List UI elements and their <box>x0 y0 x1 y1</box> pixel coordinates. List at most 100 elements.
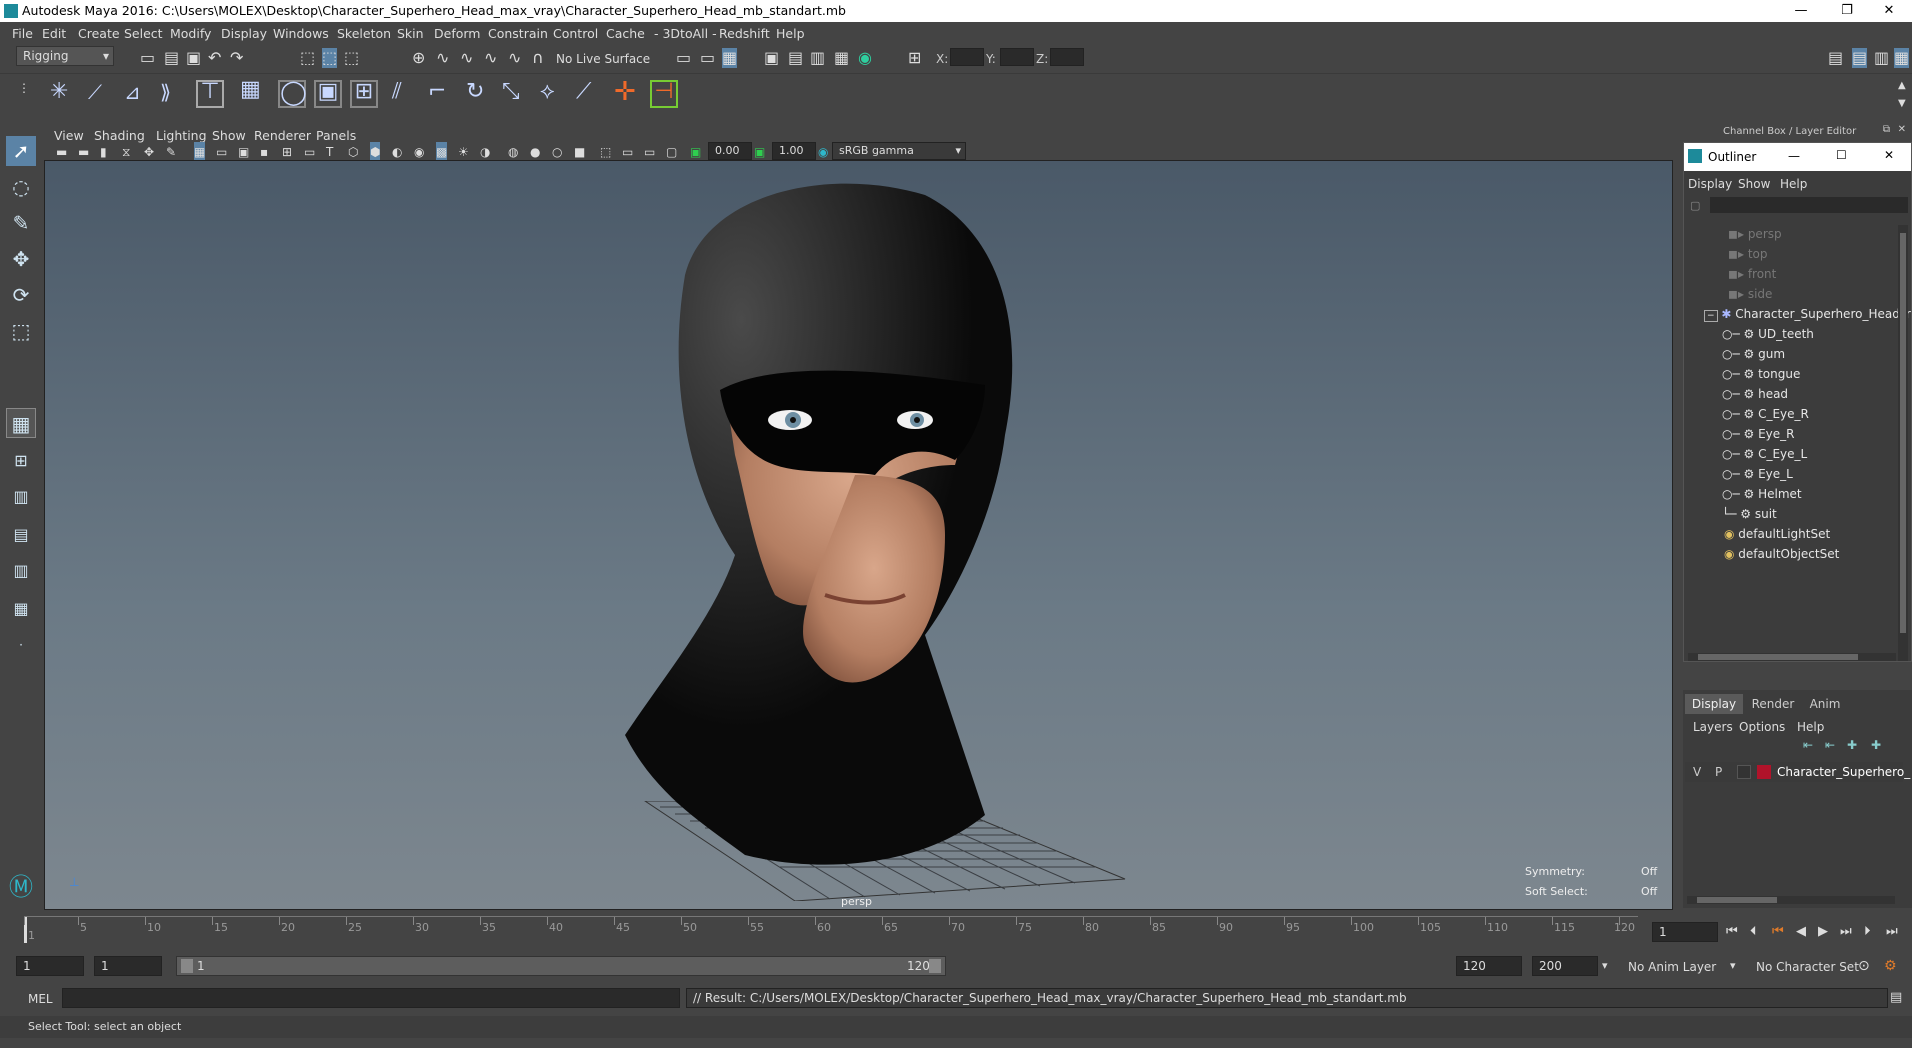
outliner-item-eye-r[interactable]: ○─ ⚙ Eye_R <box>1722 427 1795 441</box>
gate-mask-icon[interactable]: ▪ <box>260 142 268 162</box>
bookmark-icon[interactable]: ▮ <box>100 142 107 162</box>
vp-menu-shading[interactable]: Shading <box>94 128 145 143</box>
outliner-close-button[interactable]: ✕ <box>1884 148 1894 162</box>
outliner-horizontal-scrollbar[interactable] <box>1688 653 1896 661</box>
playback-start-field[interactable]: 1 <box>94 956 162 976</box>
lasso-tool-icon[interactable]: ◌ <box>6 172 36 202</box>
layers-horizontal-scrollbar[interactable] <box>1687 896 1895 904</box>
wireframe-icon[interactable]: ⬡ <box>348 142 358 162</box>
outliner-item-top[interactable]: ◼▸ top <box>1728 247 1767 261</box>
default-material-icon[interactable]: ◉ <box>414 142 424 162</box>
animation-end-field[interactable]: 200 <box>1532 956 1598 976</box>
collapse-icon[interactable]: − <box>1704 310 1718 322</box>
move-layer-down-icon[interactable]: ⇤ <box>1825 738 1835 752</box>
range-start-handle[interactable] <box>181 959 193 973</box>
z-field[interactable] <box>1050 48 1084 66</box>
menu-help[interactable]: Help <box>776 26 805 41</box>
live-surface-label[interactable]: No Live Surface <box>556 52 650 66</box>
x-field[interactable] <box>950 48 984 66</box>
shadows-icon[interactable]: ◑ <box>480 142 490 162</box>
step-back-key-icon[interactable]: ⏮ <box>1772 922 1784 942</box>
tool-settings-toggle-icon[interactable]: ▥ <box>1874 48 1889 68</box>
lattice-icon[interactable]: ▦ <box>240 79 261 101</box>
go-to-end-icon[interactable]: ⏭ <box>1886 922 1898 942</box>
new-scene-icon[interactable]: ▭ <box>140 48 155 68</box>
camera-attr-icon[interactable]: ▬ <box>78 142 89 162</box>
superhero-head-model[interactable] <box>625 175 1125 895</box>
xray-components-icon[interactable]: ▢ <box>666 142 677 162</box>
outliner-maximize-button[interactable]: ☐ <box>1836 148 1847 162</box>
layer-row[interactable]: V P Character_Superhero_ <box>1685 762 1910 782</box>
shelf-handle-icon[interactable]: ⋮ <box>18 78 30 98</box>
outliner-item-default-light-set[interactable]: ◉ defaultLightSet <box>1724 527 1830 541</box>
isolate-select-icon[interactable]: ⬚ <box>600 142 611 162</box>
channel-box-toggle-icon[interactable]: ▦ <box>1894 48 1910 68</box>
menu-cache[interactable]: Cache <box>606 26 645 41</box>
render-settings-icon[interactable]: ▦ <box>834 48 849 68</box>
modeling-toolkit-icon[interactable]: ▤ <box>1828 48 1843 68</box>
scale-constraint-icon[interactable]: ⤡ <box>502 81 520 103</box>
select-object-icon[interactable]: ⬚ <box>322 48 338 68</box>
cluster-icon[interactable]: ◯ <box>278 80 307 108</box>
persp-graph-layout-icon[interactable]: ▤ <box>6 520 36 550</box>
vp-menu-view[interactable]: View <box>54 128 84 143</box>
menu-3dtoall[interactable]: - 3DtoAll - <box>654 26 717 41</box>
aim-constraint-icon[interactable]: ⌐ <box>428 81 446 103</box>
pole-vector-icon[interactable]: ⟋ <box>576 81 591 103</box>
snap-point-icon[interactable]: ∿ <box>460 48 473 68</box>
gamma-field[interactable]: 1.00 <box>772 142 816 160</box>
close-button[interactable]: ✕ <box>1866 0 1912 22</box>
hik-icon[interactable]: ⟫ <box>160 82 171 102</box>
inputs-icon[interactable]: ▭ <box>700 48 715 68</box>
select-component-icon[interactable]: ⬚ <box>344 48 359 68</box>
restore-button[interactable]: ❐ <box>1824 0 1870 22</box>
minimize-button[interactable]: — <box>1778 0 1824 22</box>
wireframe-on-shaded-icon[interactable]: ◐ <box>392 142 402 162</box>
menu-file[interactable]: File <box>12 26 33 41</box>
step-forward-frame-icon[interactable]: ⏵ <box>1864 922 1871 942</box>
select-camera-icon[interactable]: ▬ <box>56 142 67 162</box>
persp-hypershade-layout-icon[interactable]: ▥ <box>6 556 36 586</box>
outliner-item-ud-teeth[interactable]: ○─ ⚙ UD_teeth <box>1722 327 1814 341</box>
close-panel-icon[interactable]: ✕ <box>1898 124 1906 135</box>
layers-menu-options[interactable]: Options <box>1739 720 1785 734</box>
menu-modify[interactable]: Modify <box>170 26 211 41</box>
snap-view-icon[interactable]: ∿ <box>484 48 497 68</box>
menu-set-dropdown[interactable]: Rigging ▾ <box>16 46 114 66</box>
film-gate-icon[interactable]: ▭ <box>216 142 227 162</box>
menu-create[interactable]: Create <box>78 26 120 41</box>
outliner-item-helmet[interactable]: ○─ ⚙ Helmet <box>1722 487 1802 501</box>
anim-layer-dropdown[interactable]: No Anim Layer <box>1628 960 1716 974</box>
layout-options-icon[interactable]: · <box>6 630 36 660</box>
view-transform-dropdown[interactable]: sRGB gamma ▾ <box>832 142 966 160</box>
outliner-minimize-button[interactable]: — <box>1788 149 1800 163</box>
safe-title-icon[interactable]: T <box>326 142 333 162</box>
transform-mode-icon[interactable]: ⊞ <box>908 48 921 68</box>
y-field[interactable] <box>1000 48 1034 66</box>
layer-color-swatch[interactable] <box>1757 765 1771 779</box>
play-backwards-icon[interactable]: ◀ <box>1796 922 1806 942</box>
move-layer-up-icon[interactable]: ⇤ <box>1803 738 1813 752</box>
exposure-icon[interactable]: ▣ <box>690 142 701 162</box>
script-language-button[interactable]: MEL <box>28 992 53 1006</box>
attribute-editor-toggle-icon[interactable]: ▤ <box>1852 48 1868 68</box>
paint-select-icon[interactable]: ✎ <box>6 208 36 238</box>
layers-menu-help[interactable]: Help <box>1797 720 1824 734</box>
outliner-item-c-eye-l[interactable]: ○─ ⚙ C_Eye_L <box>1722 447 1807 461</box>
menu-windows[interactable]: Windows <box>273 26 329 41</box>
range-slider-bar[interactable]: 1 120 <box>176 956 946 976</box>
outliner-item-head[interactable]: ○─ ⚙ head <box>1722 387 1788 401</box>
render-frame-icon[interactable]: ▤ <box>788 48 803 68</box>
tab-render[interactable]: Render <box>1747 694 1799 714</box>
outliner-item-gum[interactable]: ○─ ⚙ gum <box>1722 347 1785 361</box>
image-plane-icon[interactable]: ⧖ <box>122 142 130 162</box>
field-chart-icon[interactable]: ⊞ <box>282 142 292 162</box>
use-all-lights-icon[interactable]: ☀ <box>458 142 469 162</box>
rotate-tool-icon[interactable]: ⟳ <box>6 280 36 310</box>
timeline-ruler[interactable]: 1 5 10 15 20 25 30 35 40 45 50 55 60 65 … <box>24 916 1638 943</box>
gamma-icon[interactable]: ▣ <box>754 142 765 162</box>
outliner-item-front[interactable]: ◼▸ front <box>1728 267 1776 281</box>
new-layer-selected-icon[interactable]: ✚ <box>1871 738 1881 752</box>
snap-surface-icon[interactable]: ∿ <box>508 48 521 68</box>
menu-edit[interactable]: Edit <box>42 26 66 41</box>
